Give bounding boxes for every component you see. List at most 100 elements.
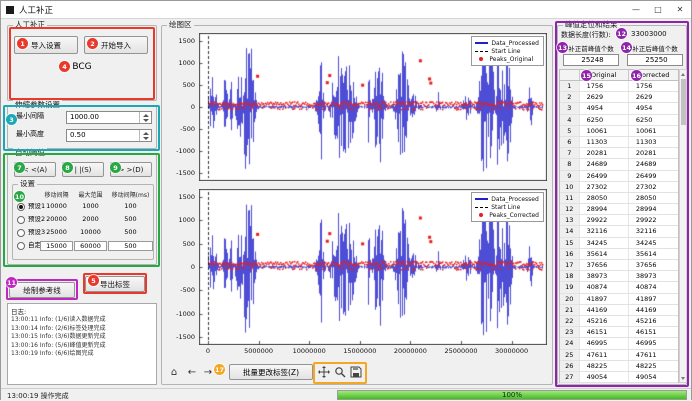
table-row[interactable]: 143211632116 <box>560 226 678 237</box>
preset-value[interactable]: 15000 <box>40 241 73 251</box>
min-height-label: 最小高度 <box>16 128 44 141</box>
preset-radio[interactable] <box>17 203 25 211</box>
table-row[interactable]: 132992229922 <box>560 215 678 226</box>
table-row[interactable]: 274905449054 <box>560 372 678 383</box>
table-row[interactable]: 244699546995 <box>560 338 678 349</box>
progress-bar: 100% <box>337 390 687 400</box>
threshold-left-button[interactable]: < <(A) <box>14 162 56 177</box>
log-line: 13:00:19 Info: (6/6)绘图完成 <box>11 350 153 359</box>
legend-item: Peaks_Corrected <box>475 211 539 219</box>
table-scrollbar[interactable] <box>679 69 687 383</box>
peaks-after-value: 25250 <box>627 54 683 66</box>
legend-item: Peaks_Original <box>475 55 539 63</box>
scroll-down-arrow[interactable] <box>681 377 685 380</box>
preset-row[interactable]: 预设32500010000500 <box>13 226 153 239</box>
back-icon[interactable]: ← <box>185 364 199 380</box>
peaks-table-body[interactable]: 1175617562262926293495449544625062505100… <box>559 81 679 383</box>
min-height-input[interactable]: 0.50 <box>66 129 152 142</box>
preset-value[interactable]: 60000 <box>74 241 107 251</box>
x-tick-label: 20000000 <box>394 347 427 355</box>
threshold-stop-button[interactable]: | |(S) <box>62 162 104 177</box>
spinner[interactable] <box>139 130 151 141</box>
legend-swatch-line <box>475 198 488 200</box>
table-row[interactable]: 234615146151 <box>560 327 678 338</box>
minimize-button[interactable]: — <box>625 1 647 18</box>
y-tick-label: 1500 <box>169 37 195 45</box>
settings-header-move-ms: 移动间隔(ms) <box>108 190 153 199</box>
import-group-label: 人工补正 <box>13 20 47 30</box>
close-button[interactable]: ✕ <box>669 1 691 18</box>
threshold-right-button[interactable]: > >(D) <box>110 162 152 177</box>
start-import-button[interactable]: 开始导入 <box>84 36 148 54</box>
table-row[interactable]: 254761147611 <box>560 350 678 361</box>
preset-value[interactable]: 500 <box>108 241 153 251</box>
table-row[interactable]: 51006110061 <box>560 126 678 137</box>
table-row[interactable]: 173765637656 <box>560 260 678 271</box>
peaks-before-label: 补正前峰值个数 <box>559 43 623 53</box>
table-row[interactable]: 61130311303 <box>560 137 678 148</box>
legend-item: Data_Processed <box>475 195 539 203</box>
table-row[interactable]: 72028120281 <box>560 148 678 159</box>
pan-icon[interactable] <box>317 364 331 380</box>
preset-radio[interactable] <box>17 242 25 250</box>
log-line: 13:00:14 Info: (2/6)标签处理完成 <box>11 325 153 334</box>
y-tick-label: -1500 <box>169 333 195 341</box>
table-row[interactable]: 153424534245 <box>560 238 678 249</box>
log-title: 日志: <box>11 306 153 316</box>
table-row[interactable]: 117561756 <box>560 81 678 92</box>
home-icon[interactable]: ⌂ <box>167 364 181 380</box>
table-row[interactable]: 204189741897 <box>560 294 678 305</box>
chart-original[interactable]: Data_ProcessedStart LinePeaks_Original 1… <box>199 33 547 181</box>
y-tick-label: 0 <box>169 263 195 271</box>
export-labels-button[interactable]: 导出标签 <box>85 276 145 292</box>
forward-icon[interactable]: → <box>201 364 215 380</box>
preset-value: 2000 <box>74 213 107 226</box>
draw-reference-button[interactable]: 绘制参考线 <box>9 282 75 298</box>
min-interval-input[interactable]: 1000.00 <box>66 111 152 124</box>
table-row[interactable]: 264822548225 <box>560 361 678 372</box>
table-row[interactable]: 194087440874 <box>560 282 678 293</box>
preset-value: 10000 <box>40 200 73 213</box>
param-group: 伸缩参数设置 最小间隔 1000.00 最小高度 0.50 <box>7 105 157 149</box>
table-row[interactable]: 183897338973 <box>560 271 678 282</box>
table-row[interactable]: 92649926499 <box>560 171 678 182</box>
table-row[interactable]: 214416944169 <box>560 305 678 316</box>
zoom-icon[interactable] <box>333 364 347 380</box>
chart-corrected[interactable]: Data_ProcessedStart LinePeaks_Corrected … <box>199 189 547 345</box>
preset-row[interactable]: 自定义1500060000500 <box>13 239 153 252</box>
scrollbar-thumb[interactable] <box>681 79 686 125</box>
preset-rows: 预设1100001000100预设2200002000500预设32500010… <box>13 200 153 252</box>
table-row[interactable]: 112805028050 <box>560 193 678 204</box>
table-row[interactable]: 226292629 <box>560 92 678 103</box>
preset-value: 100 <box>108 200 153 213</box>
title-bar: 人工补正 — □ ✕ <box>1 1 691 19</box>
preset-row[interactable]: 预设1100001000100 <box>13 200 153 213</box>
app-icon <box>6 6 14 14</box>
y-tick-label: -1000 <box>169 147 195 155</box>
spinner[interactable] <box>139 112 151 123</box>
save-icon[interactable] <box>349 364 363 380</box>
table-row[interactable]: 349544954 <box>560 103 678 114</box>
legend-swatch-markers <box>479 57 483 61</box>
table-row[interactable]: 82468924689 <box>560 159 678 170</box>
preset-value: 500 <box>108 213 153 226</box>
legend-swatch-dashed <box>475 51 488 52</box>
scroll-up-arrow[interactable] <box>681 73 685 76</box>
preset-radio[interactable] <box>17 216 25 224</box>
x-tick-label: 5000000 <box>244 347 273 355</box>
peaks-before-value: 25248 <box>563 54 619 66</box>
table-row[interactable]: 163561435614 <box>560 249 678 260</box>
table-row[interactable]: 224521645216 <box>560 316 678 327</box>
x-tick-label: 30000000 <box>495 347 528 355</box>
batch-edit-labels-button[interactable]: 批量更改标签(Z) <box>229 364 313 380</box>
table-row[interactable]: 122899428994 <box>560 204 678 215</box>
maximize-button[interactable]: □ <box>647 1 669 18</box>
preset-row[interactable]: 预设2200002000500 <box>13 213 153 226</box>
table-row[interactable]: 102730227302 <box>560 182 678 193</box>
log-box: 日志: 13:00:11 Info: (1/6)读入数据完成13:00:14 I… <box>7 303 157 385</box>
threshold-group: 自动阈值 < <(A) | |(S) > >(D) 设置 移动间隔 最大范围 移… <box>7 153 157 265</box>
preset-settings-group: 设置 移动间隔 最大范围 移动间隔(ms) 预设1100001000100预设2… <box>12 184 154 260</box>
import-settings-button[interactable]: 导入设置 <box>14 36 78 54</box>
table-row[interactable]: 462506250 <box>560 115 678 126</box>
preset-radio[interactable] <box>17 229 25 237</box>
